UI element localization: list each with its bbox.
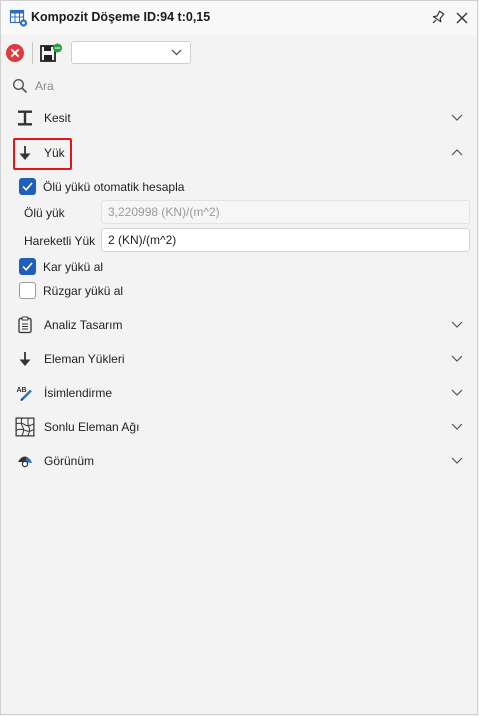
wind-load-label: Rüzgar yükü al <box>43 284 124 298</box>
chevron-down-icon <box>171 49 182 56</box>
eye-icon <box>18 456 32 468</box>
chevron-down-icon <box>451 321 463 328</box>
checkbox-unchecked[interactable] <box>19 282 36 299</box>
mesh-icon <box>15 417 35 437</box>
properties-panel: Kompozit Döşeme ID:94 t:0,15 Ara Kesit Y… <box>0 0 478 715</box>
section-yuk[interactable]: Yük <box>1 139 477 167</box>
snow-load-label: Kar yükü al <box>43 260 104 274</box>
section-isimlendirme[interactable]: AB İsimlendirme <box>1 379 477 407</box>
toolbar-separator <box>32 42 33 64</box>
check-icon <box>22 182 33 191</box>
section-label: Eleman Yükleri <box>44 352 125 366</box>
dead-load-field <box>101 200 470 224</box>
section-eleman-yukleri[interactable]: Eleman Yükleri <box>1 345 477 373</box>
section-label: Analiz Tasarım <box>44 318 123 332</box>
svg-text:AB: AB <box>17 387 27 394</box>
pin-icon[interactable] <box>429 9 447 27</box>
section-label: Sonlu Eleman Ağı <box>44 420 140 434</box>
checkbox-checked[interactable] <box>19 258 36 275</box>
chevron-down-icon <box>451 457 463 464</box>
section-label: Yük <box>44 146 65 160</box>
section-label: İsimlendirme <box>44 386 113 400</box>
search-icon <box>12 78 28 94</box>
toolbar <box>1 39 477 67</box>
section-sonlu-eleman-agi[interactable]: Sonlu Eleman Ağı <box>1 413 477 441</box>
window-title: Kompozit Döşeme ID:94 t:0,15 <box>31 10 211 24</box>
search-bar <box>1 75 477 97</box>
text-pen-icon: AB <box>17 387 32 401</box>
i-beam-icon <box>18 110 32 126</box>
chevron-down-icon <box>451 355 463 362</box>
preset-dropdown[interactable] <box>71 41 191 64</box>
chevron-down-icon <box>451 423 463 430</box>
section-label: Kesit <box>44 111 71 125</box>
dead-load-label: Ölü yük <box>24 206 65 220</box>
arrow-down-icon <box>19 146 31 160</box>
section-kesit[interactable]: Kesit <box>1 104 477 132</box>
live-load-label: Hareketli Yük <box>24 234 96 248</box>
auto-dead-load-label: Ölü yükü otomatik hesapla <box>43 180 185 194</box>
check-icon <box>22 262 33 271</box>
section-gorunum[interactable]: Görünüm <box>1 447 477 475</box>
clipboard-icon <box>18 316 32 334</box>
chevron-down-icon <box>451 389 463 396</box>
chevron-up-icon <box>451 149 463 156</box>
section-label: Görünüm <box>44 454 95 468</box>
table-gear-icon <box>9 9 28 27</box>
cancel-icon[interactable] <box>5 43 25 63</box>
section-analiz-tasarim[interactable]: Analiz Tasarım <box>1 311 477 339</box>
save-settings-icon[interactable] <box>39 42 63 64</box>
title-bar: Kompozit Döşeme ID:94 t:0,15 <box>1 1 477 35</box>
arrow-down-icon <box>19 352 31 366</box>
live-load-field[interactable] <box>101 228 470 252</box>
close-icon[interactable] <box>453 9 471 27</box>
chevron-down-icon <box>451 114 463 121</box>
search-input[interactable] <box>35 76 335 96</box>
checkbox-checked[interactable] <box>19 178 36 195</box>
